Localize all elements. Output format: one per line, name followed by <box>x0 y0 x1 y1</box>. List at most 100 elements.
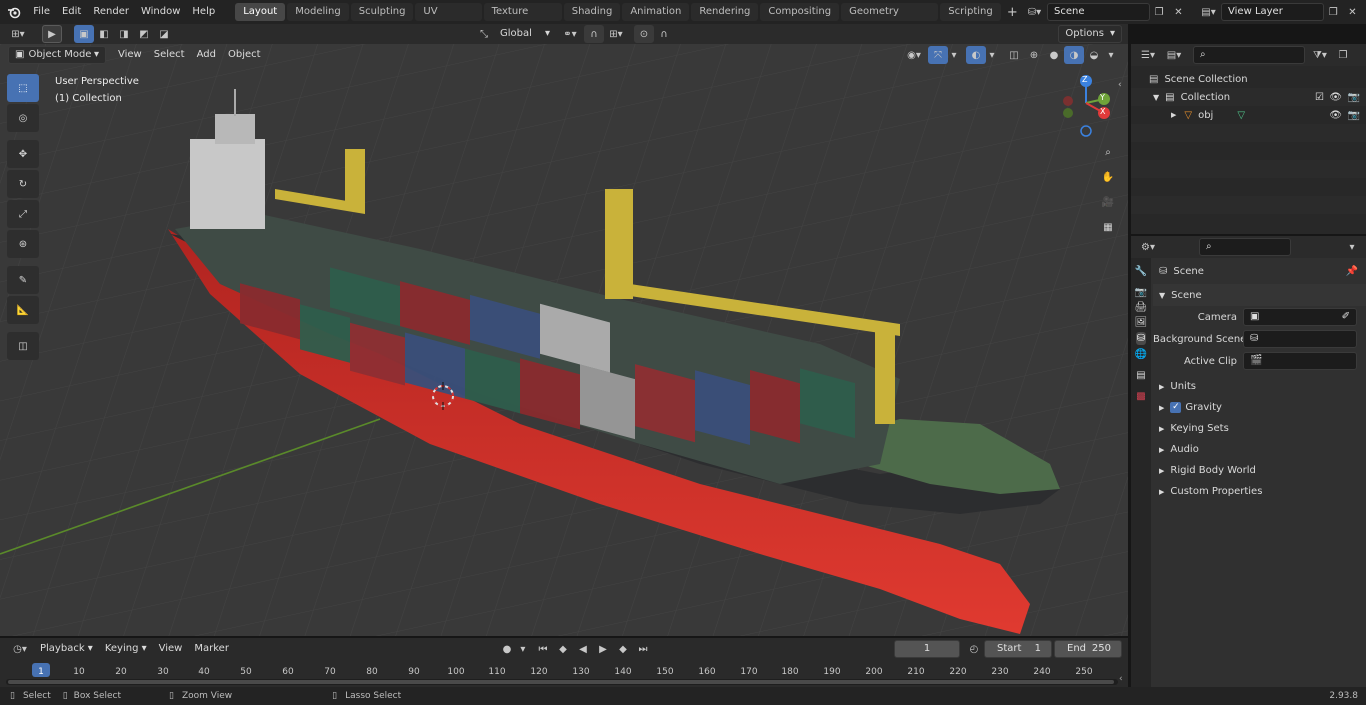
proportional-edit-icon[interactable]: ⊙ <box>634 25 654 43</box>
add-workspace-icon[interactable]: + <box>1003 3 1022 21</box>
menu-file[interactable]: File <box>27 0 56 24</box>
menu-help[interactable]: Help <box>186 0 221 24</box>
shading-solid-icon[interactable]: ● <box>1044 46 1064 64</box>
keying-sets-panel-header[interactable]: ▶ Keying Sets <box>1153 418 1366 439</box>
select-mode-subtract-icon[interactable]: ◨ <box>114 25 134 43</box>
camera-view-icon[interactable]: 🎥 <box>1097 191 1119 213</box>
gizmo-dropdown-icon[interactable]: ▾ <box>948 46 960 64</box>
world-tab-icon[interactable]: 🌐 <box>1135 349 1147 360</box>
scrollbar-thumb[interactable] <box>8 680 1114 684</box>
transform-orientation-dropdown[interactable]: Global ▾ <box>494 25 556 43</box>
timeline-scrollbar[interactable] <box>6 679 1118 685</box>
outliner-search-input[interactable]: ⌕ <box>1193 46 1305 64</box>
new-collection-icon[interactable]: ❐ <box>1333 46 1353 64</box>
expand-arrow-icon[interactable]: ▶ <box>1171 111 1176 119</box>
gizmo-toggle-icon[interactable]: ⤧ <box>928 46 948 64</box>
tab-compositing[interactable]: Compositing <box>760 3 840 21</box>
add-cube-tool-icon[interactable]: ◫ <box>7 332 39 360</box>
start-frame-field[interactable]: Start 1 <box>984 640 1052 658</box>
editor-type-icon[interactable]: ⊞▾ <box>4 25 32 43</box>
shading-rendered-icon[interactable]: ◒ <box>1084 46 1104 64</box>
viewport-menu-view[interactable]: View <box>112 43 148 67</box>
new-viewlayer-icon[interactable]: ❐ <box>1324 3 1343 21</box>
active-clip-field[interactable]: 🎬 <box>1243 352 1357 370</box>
current-frame-field[interactable]: 1 <box>894 640 960 658</box>
tab-shading[interactable]: Shading <box>563 3 621 21</box>
menu-render[interactable]: Render <box>87 0 135 24</box>
move-tool-icon[interactable]: ✥ <box>7 140 39 168</box>
perspective-toggle-icon[interactable]: ▦ <box>1097 216 1119 238</box>
timeline-menu-keying[interactable]: Keying ▾ <box>99 637 153 661</box>
outliner-row-scene-collection[interactable]: ▤ Scene Collection <box>1131 70 1366 88</box>
render-camera-icon[interactable]: 📷 <box>1348 92 1360 103</box>
next-keyframe-icon[interactable]: ◆ <box>613 640 633 658</box>
properties-options-icon[interactable]: ▾ <box>1342 238 1362 256</box>
collection-tab-icon[interactable]: ▤ <box>1136 370 1145 381</box>
overlays-dropdown-icon[interactable]: ▾ <box>986 46 998 64</box>
overlays-toggle-icon[interactable]: ◐ <box>966 46 986 64</box>
viewport-menu-object[interactable]: Object <box>222 43 267 67</box>
end-frame-field[interactable]: End 250 <box>1054 640 1122 658</box>
select-mode-extend-icon[interactable]: ◧ <box>94 25 114 43</box>
viewlayer-name-field[interactable]: View Layer <box>1221 3 1324 21</box>
object-mode-dropdown[interactable]: ▣ Object Mode ▾ <box>8 46 106 64</box>
gravity-panel-header[interactable]: ▶ ✓ Gravity <box>1153 397 1366 418</box>
snap-icon[interactable]: ∩ <box>584 25 604 43</box>
3d-viewport[interactable] <box>0 44 1128 636</box>
viewport-menu-add[interactable]: Add <box>191 43 222 67</box>
annotate-tool-icon[interactable]: ✎ <box>7 266 39 294</box>
select-mode-invert-icon[interactable]: ◩ <box>134 25 154 43</box>
jump-end-icon[interactable]: ⏭ <box>633 640 653 658</box>
custom-properties-panel-header[interactable]: ▶ Custom Properties <box>1153 481 1366 502</box>
timeline-side-toggle-icon[interactable]: ‹ <box>1119 674 1123 684</box>
select-mode-new-icon[interactable]: ▣ <box>74 25 94 43</box>
play-reverse-icon[interactable]: ◀ <box>573 640 593 658</box>
output-tab-icon[interactable]: 🖨 <box>1135 302 1148 313</box>
tab-sculpting[interactable]: Sculpting <box>350 3 414 21</box>
camera-field[interactable]: ▣ ✐ <box>1243 308 1357 326</box>
jump-start-icon[interactable]: ⏮ <box>533 640 553 658</box>
menu-edit[interactable]: Edit <box>56 0 87 24</box>
select-mode-intersect-icon[interactable]: ◪ <box>154 25 174 43</box>
pivot-point-icon[interactable]: ⚭▾ <box>556 25 584 43</box>
preview-range-icon[interactable]: ◴ <box>964 640 984 658</box>
xray-toggle-icon[interactable]: ◫ <box>1004 46 1024 64</box>
record-options-icon[interactable]: ▾ <box>517 640 529 658</box>
zoom-icon[interactable]: ⌕ <box>1097 141 1119 163</box>
shading-material-icon[interactable]: ◑ <box>1064 46 1084 64</box>
visibility-filter-icon[interactable]: ◉▾ <box>900 46 928 64</box>
measure-tool-icon[interactable]: 📐 <box>7 296 39 324</box>
display-mode-icon[interactable]: ▤▾ <box>1161 46 1187 64</box>
menu-window[interactable]: Window <box>135 0 186 24</box>
record-icon[interactable]: ● <box>497 640 517 658</box>
navigation-gizmo[interactable]: Z Y X <box>1058 73 1118 137</box>
viewlayer-icon[interactable]: ▤▾ <box>1196 3 1221 21</box>
outliner-row-obj[interactable]: ▶ ▽ obj ▽ 👁 📷 <box>1131 106 1366 124</box>
view-layer-tab-icon[interactable]: 🖼 <box>1135 317 1148 328</box>
pan-hand-icon[interactable]: ✋ <box>1097 166 1119 188</box>
properties-editor-icon[interactable]: ⚙▾ <box>1135 238 1161 256</box>
tab-scripting[interactable]: Scripting <box>940 3 1001 21</box>
new-scene-icon[interactable]: ❐ <box>1150 3 1169 21</box>
render-tab-icon[interactable]: 📷 <box>1135 287 1147 298</box>
tab-modeling[interactable]: Modeling <box>287 3 349 21</box>
filter-icon[interactable]: ⧩▾ <box>1307 46 1333 64</box>
scale-tool-icon[interactable]: ⤢ <box>7 200 39 228</box>
shading-wireframe-icon[interactable]: ⊕ <box>1024 46 1044 64</box>
scene-icon[interactable]: ⛁▾ <box>1022 3 1047 21</box>
exclude-checkbox-icon[interactable]: ☑ <box>1315 92 1324 103</box>
area-divider[interactable] <box>1128 44 1131 687</box>
timeline-menu-view[interactable]: View <box>153 637 189 661</box>
tool-tab-icon[interactable]: 🔧 <box>1135 266 1147 277</box>
rotate-tool-icon[interactable]: ↻ <box>7 170 39 198</box>
pin-icon[interactable]: 📌 <box>1346 266 1358 277</box>
gravity-checkbox[interactable]: ✓ <box>1170 402 1182 413</box>
outliner-row-collection[interactable]: ▼ ▤ Collection ☑ 👁 📷 <box>1131 88 1366 106</box>
proportional-falloff-icon[interactable]: ∩ <box>654 25 674 43</box>
tab-geometry-nodes[interactable]: Geometry Nodes <box>841 3 939 35</box>
timeline-menu-playback[interactable]: Playback ▾ <box>34 637 99 661</box>
rigid-body-world-panel-header[interactable]: ▶ Rigid Body World <box>1153 460 1366 481</box>
render-camera-icon[interactable]: 📷 <box>1348 110 1360 121</box>
scene-panel-header[interactable]: ▼ Scene <box>1153 284 1366 306</box>
properties-search-input[interactable]: ⌕ <box>1199 238 1291 256</box>
